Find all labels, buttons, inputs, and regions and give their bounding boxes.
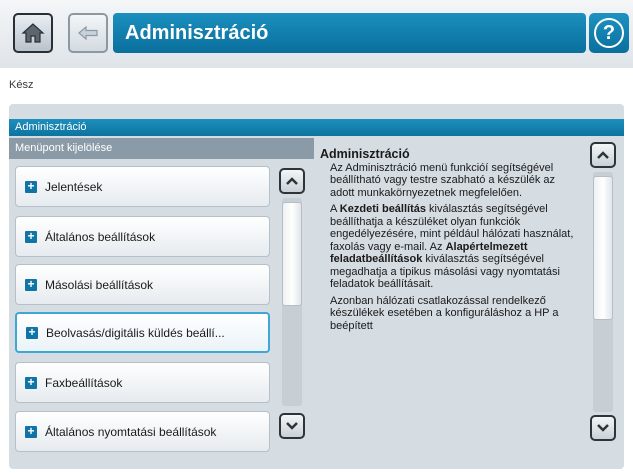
panel-title-text: Adminisztráció: [15, 121, 87, 133]
menu-item-altalanos-nyomtatasi-beallitasok[interactable]: + Általános nyomtatási beállítások: [15, 411, 270, 452]
menu-item-masolasi-beallitasok[interactable]: + Másolási beállítások: [15, 264, 270, 305]
top-bar: Adminisztráció ?: [0, 0, 633, 68]
help-glyph: ?: [602, 21, 616, 44]
description-paragraph: Az Adminisztráció menü funkcióí segítség…: [330, 161, 556, 199]
chevron-up-icon: [597, 151, 609, 159]
description-scroll-up-button[interactable]: [590, 142, 616, 168]
plus-icon: +: [25, 230, 37, 243]
chevron-down-icon: [286, 422, 298, 430]
menu-scroll-up-button[interactable]: [279, 168, 305, 194]
screen-title-text: Adminisztráció: [125, 21, 269, 44]
description-title: Adminisztráció: [320, 148, 410, 161]
menu-scroll-down-button[interactable]: [279, 413, 305, 439]
description-paragraph: A Kezdeti beállítás kiválasztás segítség…: [330, 203, 574, 290]
plus-icon: +: [25, 376, 37, 389]
description-paragraph: Azonban hálózati csatlakozással rendelke…: [330, 294, 559, 332]
menu-scroll-track[interactable]: [282, 198, 302, 406]
menu-header-text: Menüpont kijelölése: [15, 142, 113, 154]
screen-title: Adminisztráció: [113, 13, 586, 53]
menu-header: Menüpont kijelölése: [9, 138, 314, 159]
menu-item-label: Másolási beállítások: [45, 277, 154, 292]
plus-icon: +: [26, 326, 38, 339]
plus-icon: +: [25, 278, 37, 291]
help-description: Adminisztráció Az Adminisztráció menü fu…: [320, 148, 582, 466]
description-scroll-track[interactable]: [593, 172, 613, 412]
description-scroll-thumb[interactable]: [593, 176, 613, 320]
status-line: Kész: [0, 68, 633, 102]
menu-item-beolvasas-digitalis-kuldes[interactable]: + Beolvasás/digitális küldés beállí...: [15, 312, 270, 353]
chevron-up-icon: [286, 177, 298, 185]
status-text: Kész: [9, 79, 34, 91]
menu-item-altalanos-beallitasok[interactable]: + Általános beállítások: [15, 216, 270, 257]
plus-icon: +: [25, 180, 37, 193]
home-icon: [21, 23, 45, 43]
menu-item-faxbeallitasok[interactable]: + Faxbeállítások: [15, 362, 270, 403]
menu-item-jelentesek[interactable]: + Jelentések: [15, 166, 270, 207]
menu-scroll-thumb[interactable]: [282, 202, 302, 306]
main-panel: Adminisztráció Menüpont kijelölése + Jel…: [9, 104, 624, 469]
back-icon: [78, 25, 98, 41]
description-scroll-down-button[interactable]: [590, 415, 616, 441]
plus-icon: +: [25, 425, 37, 438]
menu-item-label: Általános beállítások: [45, 229, 156, 244]
panel-title: Adminisztráció: [9, 119, 624, 136]
menu-item-label: Általános nyomtatási beállítások: [45, 424, 217, 439]
menu-item-label: Jelentések: [45, 179, 103, 194]
help-icon: ?: [594, 18, 624, 48]
home-button[interactable]: [13, 13, 53, 53]
chevron-down-icon: [597, 424, 609, 432]
help-button[interactable]: ?: [589, 13, 629, 53]
back-button[interactable]: [68, 13, 108, 53]
menu-item-label: Beolvasás/digitális küldés beállí...: [46, 325, 225, 340]
menu-item-label: Faxbeállítások: [45, 375, 123, 390]
